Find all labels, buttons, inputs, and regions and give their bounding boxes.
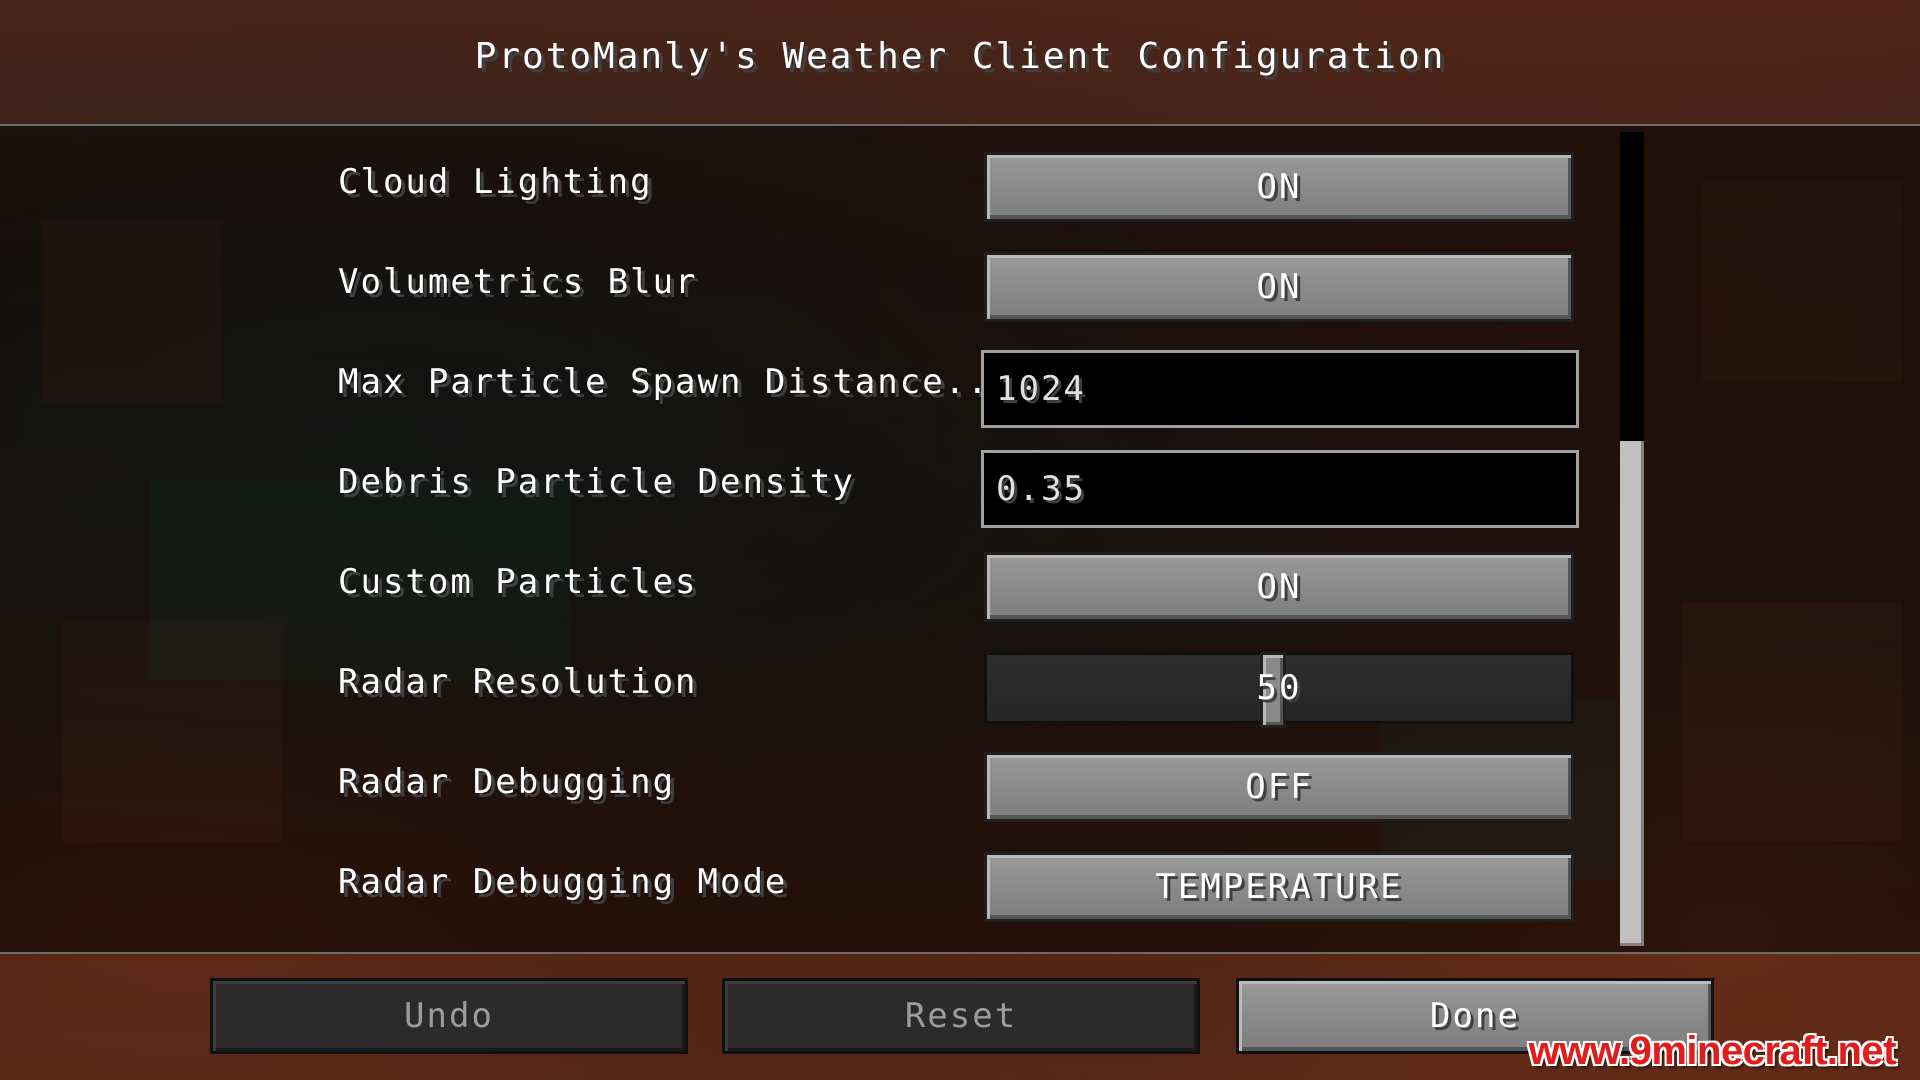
reset-button[interactable]: Reset bbox=[722, 978, 1200, 1054]
site-watermark: www.9minecraft.net bbox=[1528, 1029, 1897, 1073]
option-label: Volumetrics Blur bbox=[338, 262, 698, 302]
scrollbar[interactable] bbox=[1620, 132, 1644, 946]
option-label: Custom Particles bbox=[338, 562, 698, 602]
custom-particles-toggle-button[interactable]: ON bbox=[984, 552, 1574, 622]
option-label: Max Particle Spawn Distance... bbox=[338, 362, 1013, 402]
option-label: Radar Resolution bbox=[338, 662, 698, 702]
undo-button[interactable]: Undo bbox=[210, 978, 688, 1054]
cloud-lighting-toggle-button[interactable]: ON bbox=[984, 152, 1574, 222]
slider-value: 50 bbox=[1256, 668, 1302, 708]
radar-resolution-slider[interactable]: 50 bbox=[984, 652, 1574, 728]
scrollbar-thumb[interactable] bbox=[1620, 441, 1644, 946]
option-label: Radar Debugging Mode bbox=[338, 862, 788, 902]
radar-debugging-toggle-button[interactable]: OFF bbox=[984, 752, 1574, 822]
max-particle-spawn-distance-input[interactable]: 1024 bbox=[981, 350, 1579, 428]
radar-debugging-mode-button[interactable]: TEMPERATURE bbox=[984, 852, 1574, 922]
screen-title: ProtoManly's Weather Client Configuratio… bbox=[474, 36, 1446, 77]
option-label: Debris Particle Density bbox=[338, 462, 855, 502]
option-label: Radar Debugging bbox=[338, 762, 676, 802]
debris-particle-density-input[interactable]: 0.35 bbox=[981, 450, 1579, 528]
volumetrics-blur-toggle-button[interactable]: ON bbox=[984, 252, 1574, 322]
option-label: Cloud Lighting bbox=[338, 162, 653, 202]
